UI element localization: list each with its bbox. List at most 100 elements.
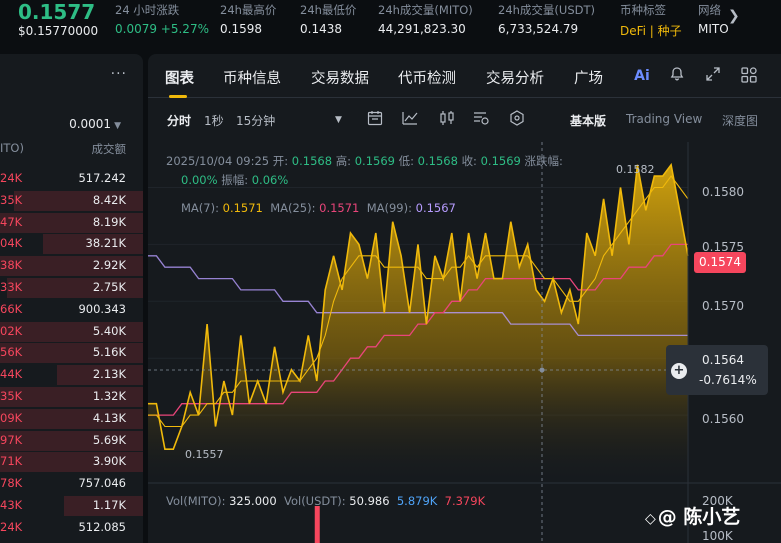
stat-label: 24h成交量(MITO)	[378, 3, 473, 17]
book-price: 04K	[0, 236, 23, 251]
book-price: 33K	[0, 279, 23, 294]
high-value: 0.1569	[354, 154, 395, 168]
ma7-label: MA(7):	[181, 201, 219, 215]
book-row[interactable]: 24K 512.085	[0, 517, 143, 539]
ma99-label: MA(99):	[366, 201, 412, 215]
book-amount: 900.343	[78, 301, 126, 316]
caret-down-icon: ▼	[114, 121, 121, 131]
book-row[interactable]: 09K 4.13K	[0, 408, 143, 430]
stat-3: 24h成交量(MITO) 44,291,823.30	[378, 2, 473, 36]
order-book: ··· 0.0001 ▼ ITO) 成交额 24K 517.242 35K 8.42K 4…	[0, 54, 143, 543]
book-amount: 1.17K	[92, 497, 126, 512]
amp-value: 0.06%	[251, 173, 289, 187]
vol-usdt-value: 50.986	[349, 494, 390, 508]
watermark: ◇ @ 陈小艺	[645, 502, 740, 529]
amp-label: 振幅:	[221, 173, 249, 187]
book-row[interactable]: 47K 8.19K	[0, 212, 143, 234]
price-chart[interactable]: 0.1582 0.1557	[148, 54, 781, 543]
book-amount: 2.92K	[92, 258, 126, 273]
close-value: 0.1569	[480, 154, 521, 168]
stat-4: 24h成交量(USDT) 6,733,524.79	[498, 2, 595, 36]
book-row[interactable]: 71K 3.90K	[0, 451, 143, 473]
book-amount: 512.085	[78, 519, 126, 534]
ma25-value: 0.1571	[319, 201, 360, 215]
stat-2: 24h最低价 0.1438	[300, 2, 356, 36]
watermark-logo-icon: ◇	[645, 511, 656, 527]
book-row[interactable]: 43K 1.17K	[0, 495, 143, 517]
book-price: 44K	[0, 367, 23, 382]
low-value: 0.1568	[417, 154, 458, 168]
precision-select[interactable]: 0.0001 ▼	[69, 117, 121, 131]
y-tick-4: 0.1560	[702, 412, 744, 426]
stat-label: 24h最高价	[220, 3, 277, 17]
stat-value: 0.1438	[300, 22, 342, 36]
ma7-value: 0.1571	[222, 201, 263, 215]
book-amount: 38.21K	[85, 236, 126, 251]
book-price: 35K	[0, 388, 23, 403]
book-row[interactable]: 38K 2.92K	[0, 255, 143, 277]
vol-value: 325.000	[229, 494, 277, 508]
vol-label: Vol(MITO):	[166, 494, 226, 508]
stat-value: 0.0079 +5.27%	[115, 22, 209, 36]
stat-value: 44,291,823.30	[378, 22, 466, 36]
stat-label: 币种标签	[620, 3, 666, 17]
book-row[interactable]: 02K 5.40K	[0, 321, 143, 343]
book-price: 56K	[0, 345, 23, 360]
book-price: 24K	[0, 171, 23, 185]
book-row[interactable]: 66K 900.343	[0, 299, 143, 321]
book-price: 71K	[0, 454, 23, 469]
book-amount: 4.13K	[92, 410, 126, 425]
plus-icon[interactable]: +	[671, 363, 687, 379]
stat-value: DeFi | 种子	[620, 24, 682, 38]
last-price-usd: $0.15770000	[18, 24, 99, 38]
book-amount: 5.69K	[92, 432, 126, 447]
book-amount: 8.19K	[92, 214, 126, 229]
last-price: 0.1577	[18, 0, 96, 24]
stat-label: 24h成交量(USDT)	[498, 3, 595, 17]
stat-1: 24h最高价 0.1598	[220, 2, 276, 36]
ticker-bar: 0.1577 $0.15770000 24 小时涨跌 0.0079 +5.27% 2…	[0, 0, 781, 44]
book-row[interactable]: 24K 517.242	[0, 168, 143, 190]
book-amount: 3.90K	[92, 454, 126, 469]
book-row[interactable]: 78K 757.046	[0, 473, 143, 495]
ma-info: MA(7): 0.1571 MA(25): 0.1571 MA(99): 0.1…	[181, 201, 456, 215]
book-price: 47K	[0, 214, 23, 229]
book-row[interactable]: 04K 38.21K	[0, 233, 143, 255]
vol-ma1: 5.879K	[396, 494, 438, 508]
book-amount: 757.046	[78, 476, 126, 491]
book-header-price: ITO)	[0, 141, 24, 155]
low-annotation: 0.1557	[185, 448, 224, 461]
crosshair-pct: -0.7614%	[699, 373, 757, 387]
crosshair-dot	[539, 367, 545, 373]
book-price: 43K	[0, 497, 23, 512]
close-label: 收:	[461, 154, 477, 168]
low-label: 低:	[398, 154, 414, 168]
book-amount: 5.40K	[92, 323, 126, 338]
chevron-right-icon[interactable]: ❯	[728, 8, 740, 24]
open-value: 0.1568	[291, 154, 333, 168]
crosshair-tooltip[interactable]: + 0.1564 -0.7614%	[666, 345, 768, 395]
ohlc-info: 2025/10/04 09:25 开: 0.1568 高: 0.1569 低: …	[166, 153, 563, 169]
crosshair-price: 0.1564	[702, 353, 744, 367]
book-price: 09K	[0, 410, 23, 425]
book-row[interactable]: 97K 5.69K	[0, 430, 143, 452]
book-amount: 1.32K	[92, 388, 126, 403]
book-row[interactable]: 56K 5.16K	[0, 342, 143, 364]
vol-tick-2: 100K	[702, 529, 733, 543]
book-price: 24K	[0, 519, 23, 534]
book-row[interactable]: 35K 8.42K	[0, 190, 143, 212]
stat-label: 网络	[698, 3, 721, 17]
book-amount: 517.242	[78, 171, 126, 185]
chart-panel: 图表 币种信息 交易数据 代币检测 交易分析 广场 Ai 分时 1秒 15分钟 …	[148, 54, 781, 543]
book-amount: 5.16K	[92, 345, 126, 360]
book-row[interactable]: 44K 2.13K	[0, 364, 143, 386]
ohlc-info-2: 0.00% 振幅: 0.06%	[181, 172, 288, 188]
book-row[interactable]: 35K 1.32K	[0, 386, 143, 408]
book-amount: 2.75K	[92, 279, 126, 294]
stat-label: 24h最低价	[300, 3, 357, 17]
book-price: 66K	[0, 301, 23, 316]
more-icon[interactable]: ···	[111, 66, 127, 82]
book-row[interactable]: 33K 2.75K	[0, 277, 143, 299]
stat-value: MITO	[698, 22, 729, 36]
change-value: 0.00%	[181, 173, 218, 187]
